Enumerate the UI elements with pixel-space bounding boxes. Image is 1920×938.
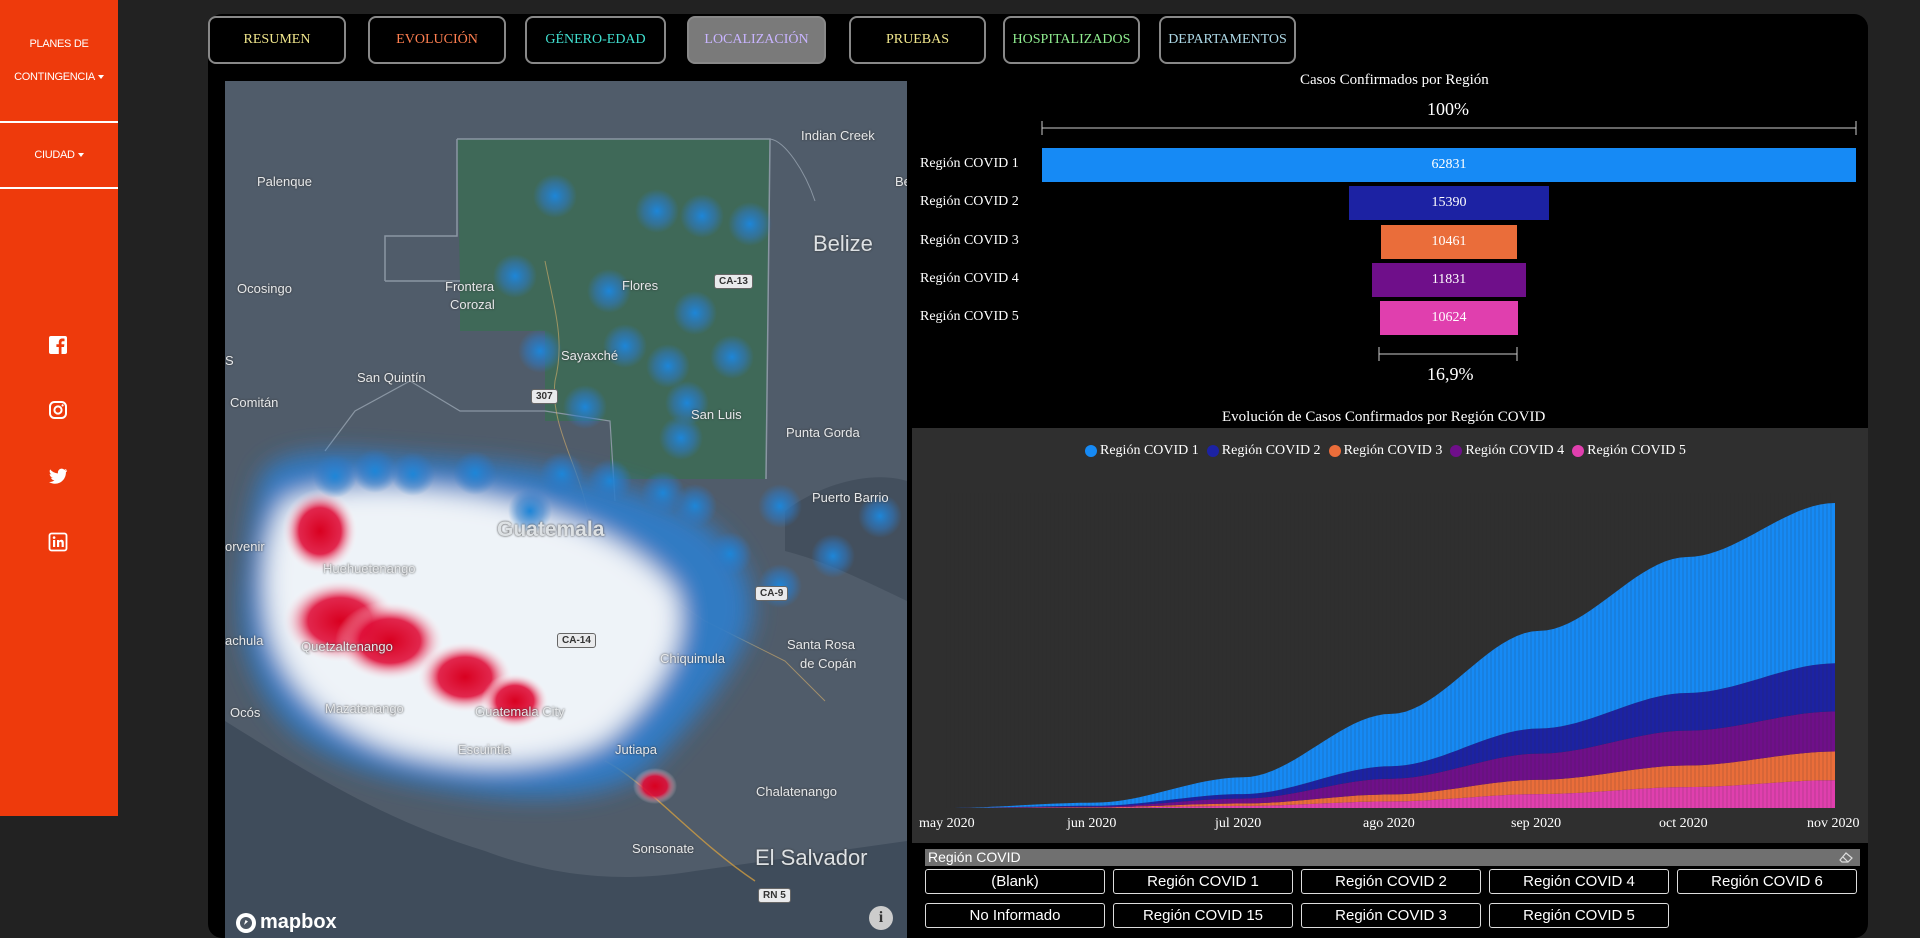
bar-bottom-percent: 16,9% [1427, 364, 1474, 384]
filter-option-region-5[interactable]: Región COVID 5 [1489, 903, 1669, 928]
bar-category-label: Región COVID 5 [920, 309, 1019, 325]
x-tick-label: jul 2020 [1215, 816, 1262, 831]
road-badge-rn5: RN 5 [758, 888, 791, 903]
menu-planes-line2: CONTINGENCIA [0, 61, 118, 94]
map-label-sonsonate: Sonsonate [632, 841, 695, 856]
chevron-down-icon [77, 153, 84, 157]
filter-option-region-15[interactable]: Región COVID 15 [1113, 903, 1293, 928]
facebook-icon[interactable] [48, 335, 68, 355]
chevron-down-icon [97, 74, 104, 79]
filter-option-region-2[interactable]: Región COVID 2 [1301, 869, 1481, 894]
road-badge-ca13: CA-13 [714, 274, 753, 289]
bar-3[interactable]: 10461 [1381, 224, 1517, 259]
filter-option-region-1[interactable]: Región COVID 1 [1113, 869, 1293, 894]
filter-option-region-6[interactable]: Región COVID 6 [1677, 869, 1857, 894]
bar-bottom-bracket [1378, 347, 1518, 361]
map-label-mazatenango: Mazatenango [325, 701, 404, 716]
map-label-indian-creek: Indian Creek [801, 128, 875, 143]
mapbox-wordmark: mapbox [260, 911, 337, 933]
x-tick-label: ago 2020 [1363, 816, 1415, 831]
bar-4[interactable]: 11831 [1372, 262, 1526, 297]
map-label-frontera: Frontera [445, 279, 495, 294]
map-label-s: S [225, 353, 234, 368]
map-label-orvenir: orvenir [225, 539, 265, 554]
bar-category-label: Región COVID 2 [920, 194, 1019, 210]
bar-5[interactable]: 10624 [1380, 301, 1518, 336]
info-icon[interactable]: i [869, 906, 893, 930]
menu-ciudad-label: CIUDAD [34, 149, 75, 161]
map-label-palenque: Palenque [257, 174, 312, 189]
eraser-icon[interactable] [1838, 851, 1854, 864]
road-badge-ca9: CA-9 [755, 586, 789, 601]
map-label-san-luis: San Luis [691, 407, 742, 422]
mapbox-icon [236, 912, 256, 933]
map-label-chalatenango: Chalatenango [756, 784, 837, 799]
bar-top-percent: 100% [1427, 99, 1469, 119]
mapbox-logo[interactable]: mapbox [235, 911, 337, 934]
map-label-be: Be [895, 174, 907, 189]
tab-pruebas[interactable]: PRUEBAS [849, 16, 986, 64]
sidebar: PLANES DE CONTINGENCIA CIUDAD [0, 0, 118, 816]
map-label-santa-rosa: Santa Rosa [787, 637, 855, 652]
tab-hospitalizados[interactable]: HOSPITALIZADOS [1003, 16, 1140, 64]
map-label-chiquimula: Chiquimula [660, 651, 726, 666]
road-badge-ca14: CA-14 [557, 633, 596, 648]
tab-departamentos[interactable]: DEPARTAMENTOS [1159, 16, 1296, 64]
map-label-jutiapa: Jutiapa [615, 742, 657, 757]
bar-chart-title: Casos Confirmados por Región [1300, 72, 1489, 88]
linkedin-icon[interactable] [48, 532, 68, 552]
map-label-guatemala: Guatemala [497, 518, 605, 541]
map-label-punta-gorda: Punta Gorda [786, 425, 860, 440]
map-label-huehuetenango: Huehuetenango [323, 561, 416, 576]
x-tick-label: may 2020 [919, 816, 975, 831]
menu-planes-contingencia[interactable]: PLANES DE CONTINGENCIA [0, 0, 118, 123]
map-label-comitan: Comitán [230, 395, 279, 410]
twitter-icon[interactable] [48, 466, 68, 486]
map-label-ocos: Ocós [230, 705, 261, 720]
x-tick-label: jun 2020 [1067, 816, 1117, 831]
menu-ciudad[interactable]: CIUDAD [0, 123, 118, 189]
bar-category-label: Región COVID 3 [920, 232, 1019, 248]
map-label-quetzaltenango: Quetzaltenango [301, 639, 393, 654]
x-tick-label: nov 2020 [1807, 816, 1860, 831]
x-tick-label: oct 2020 [1659, 816, 1708, 831]
road-badge-307: 307 [531, 389, 558, 404]
tab-localizacion[interactable]: LOCALIZACIÓN [687, 16, 826, 64]
map-label-el-salvador: El Salvador [755, 845, 868, 870]
filter-option-region-3[interactable]: Región COVID 3 [1301, 903, 1481, 928]
heatmap-map[interactable]: Indian Creek Belize Be Palenque Ocosingo… [225, 81, 907, 938]
bar-category-label: Región COVID 1 [920, 156, 1019, 171]
filter-option-no-informado[interactable]: No Informado [925, 903, 1105, 928]
tab-genero-edad[interactable]: GÉNERO-EDAD [525, 16, 666, 64]
area-chart-title: Evolución de Casos Confirmados por Regió… [1222, 409, 1546, 425]
bar-category-label: Región COVID 4 [920, 270, 1019, 286]
filter-header: Región COVID [925, 849, 1860, 866]
map-label-puerto-barrios: Puerto Barrio [812, 490, 889, 505]
x-tick-label: sep 2020 [1511, 816, 1562, 831]
map-label-belize: Belize [813, 231, 873, 256]
instagram-icon[interactable] [48, 400, 68, 420]
tab-evolucion[interactable]: EVOLUCIÓN [368, 16, 506, 64]
filter-option-blank[interactable]: (Blank) [925, 869, 1105, 894]
map-label-ocosingo: Ocosingo [237, 281, 292, 296]
map-label-san-quintin: San Quintín [357, 370, 426, 385]
bar-1[interactable]: 62831 [1042, 148, 1856, 182]
map-label-escuintla: Escuintla [458, 742, 511, 757]
map-label-achula: achula [225, 633, 264, 648]
map-canvas[interactable] [225, 81, 907, 938]
map-label-guatemala-city: Guatemala City [475, 704, 565, 719]
menu-planes-line1: PLANES DE [29, 37, 89, 50]
map-label-de-copan: de Copán [800, 656, 857, 671]
bar-2[interactable]: 15390 [1349, 186, 1549, 221]
filter-header-label: Región COVID [928, 849, 1021, 865]
area-chart[interactable] [912, 428, 1868, 843]
filter-option-region-4[interactable]: Región COVID 4 [1489, 869, 1669, 894]
bar-top-bracket [1041, 121, 1857, 135]
map-label-flores: Flores [622, 278, 659, 293]
map-label-sayaxche: Sayaxché [561, 348, 619, 363]
map-label-corozal: Corozal [450, 297, 495, 312]
tab-resumen[interactable]: RESUMEN [208, 16, 346, 64]
